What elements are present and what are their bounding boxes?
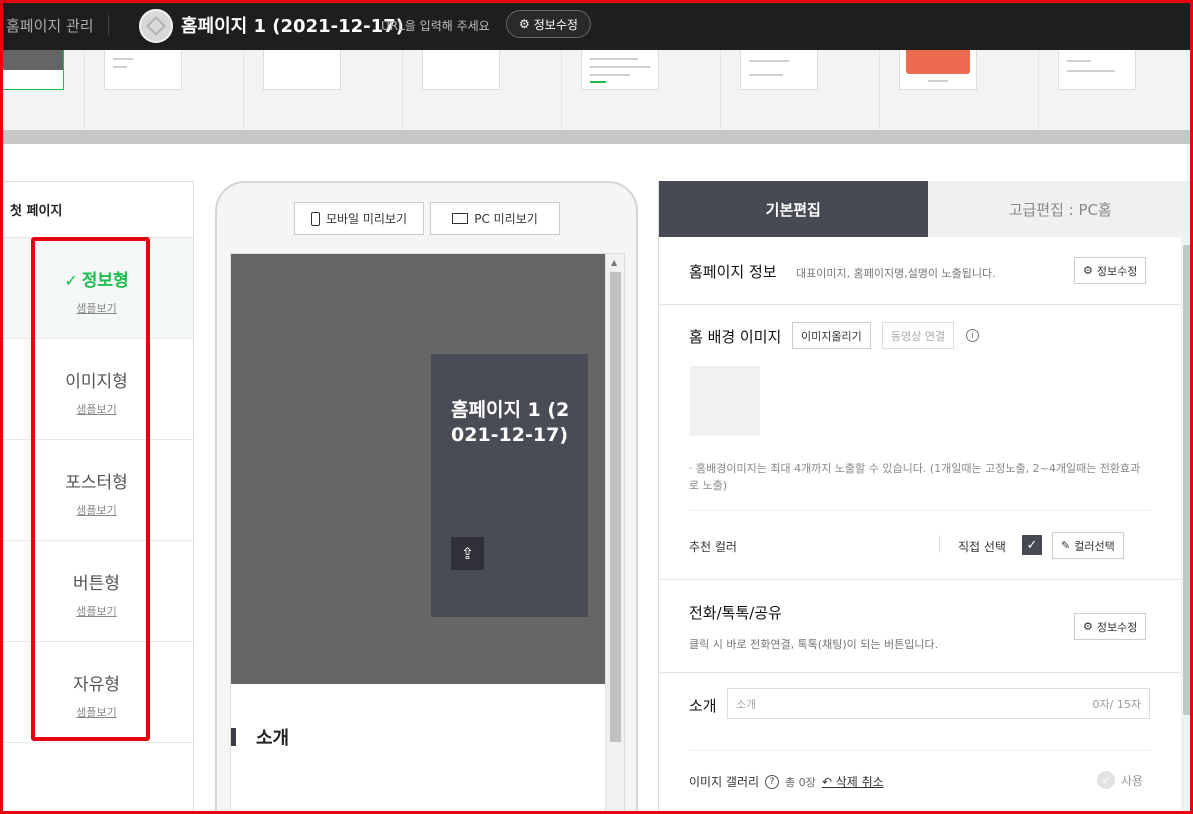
cube-icon <box>146 16 166 36</box>
url-hint[interactable]: URL을 입력해 주세요 <box>381 17 490 34</box>
direct-select-checkbox[interactable]: ✓ <box>1022 535 1042 555</box>
homepage-info-edit-button[interactable]: ⚙ 정보수정 <box>1074 257 1147 284</box>
layout-thumbnail[interactable] <box>0 50 64 90</box>
type-option-free[interactable]: 자유형 샘플보기 <box>0 642 193 743</box>
layout-thumbnail[interactable] <box>740 50 818 90</box>
editor-panel: 기본편집 고급편집 : PC홈 홈페이지 정보 대표이미지, 홈페이지명,설명이… <box>658 181 1193 814</box>
type-option-label: 버튼형 <box>73 574 120 594</box>
top-bar: 홈페이지 관리 홈페이지 1 (2021-12-17) URL을 입력해 주세요… <box>0 0 1193 50</box>
share-icon[interactable]: ⇪ <box>451 537 484 570</box>
layout-thumbnail[interactable] <box>899 50 977 90</box>
phone-preview: 모바일 미리보기 PC 미리보기 홈페이지 1 (2021-12-17) ⇪ 소… <box>215 181 638 814</box>
type-option-button[interactable]: 버튼형 샘플보기 <box>0 541 193 642</box>
sample-view-link[interactable]: 샘플보기 <box>76 704 116 720</box>
gallery-count: 총 0장 <box>785 775 816 789</box>
type-option-poster[interactable]: 포스터형 샘플보기 <box>0 440 193 541</box>
sample-view-link[interactable]: 샘플보기 <box>76 401 116 417</box>
scrollbar-thumb[interactable] <box>1183 245 1191 715</box>
monitor-icon <box>452 213 469 224</box>
pc-preview-button[interactable]: PC 미리보기 <box>430 202 560 235</box>
gear-icon: ⚙ <box>1083 620 1093 633</box>
editor-tabs: 기본편집 고급편집 : PC홈 <box>659 181 1193 237</box>
image-upload-button[interactable]: 이미지올리기 <box>792 322 871 349</box>
sample-view-link[interactable]: 샘플보기 <box>76 502 116 518</box>
bg-image-section: 홈 배경 이미지 이미지올리기 동영상 연결 i · 홈배경이미지는 최대 4개… <box>659 305 1181 580</box>
hero-card-title: 홈페이지 1 (2021-12-17) <box>451 399 570 446</box>
type-option-label: ✓ 정보형 <box>64 271 129 291</box>
contact-title: 전화/톡톡/공유 <box>689 604 782 622</box>
scroll-up-icon[interactable]: ▲ <box>611 258 617 267</box>
mobile-preview-button[interactable]: 모바일 미리보기 <box>294 202 424 235</box>
button-label: 컬러선택 <box>1074 539 1115 553</box>
type-option-image[interactable]: 이미지형 샘플보기 <box>0 339 193 440</box>
intro-input[interactable]: 소개 0자/ 15자 <box>727 688 1150 719</box>
bg-image-note: · 홈배경이미지는 최대 4개까지 노출할 수 있습니다. (1개일때는 고정노… <box>689 462 1141 492</box>
layout-thumbnail[interactable] <box>581 50 659 90</box>
scrollbar-track[interactable] <box>0 130 1193 144</box>
recommend-color-label: 추천 컬러 <box>689 540 737 554</box>
tab-basic-edit[interactable]: 기본편집 <box>659 181 928 237</box>
gallery-label: 이미지 갤러리 <box>689 775 760 789</box>
intro-placeholder: 소개 <box>736 697 757 711</box>
layout-thumbnail[interactable] <box>422 50 500 90</box>
homepage-info-section: 홈페이지 정보 대표이미지, 홈페이지명,설명이 노출됩니다. ⚙ 정보수정 <box>659 237 1181 305</box>
undo-icon: ↶ <box>821 775 832 789</box>
tab-advanced-edit[interactable]: 고급편집 : PC홈 <box>927 181 1193 237</box>
sample-view-link[interactable]: 샘플보기 <box>76 603 116 619</box>
homepage-manager-link[interactable]: 홈페이지 관리 <box>6 15 94 36</box>
help-icon[interactable]: ? <box>765 774 780 789</box>
undo-delete-link[interactable]: ↶ 삭제 취소 <box>822 773 884 790</box>
bg-image-placeholder[interactable] <box>690 366 760 436</box>
gear-icon: ⚙ <box>1083 264 1093 277</box>
image-gallery-row: 이미지 갤러리 ? 총 0장 ↶ 삭제 취소 <box>689 773 884 790</box>
button-label: 정보수정 <box>1096 620 1138 634</box>
color-picker-button[interactable]: ✎ 컬러선택 <box>1052 532 1124 559</box>
info-icon[interactable]: i <box>966 329 979 342</box>
homepage-info-desc: 대표이미지, 홈페이지명,설명이 노출됩니다. <box>796 267 996 280</box>
panel-heading: 첫 페이지 <box>0 182 193 238</box>
layout-thumbnail[interactable] <box>104 50 182 90</box>
site-title: 홈페이지 1 (2021-12-17) <box>181 16 404 37</box>
preview-screen: 홈페이지 1 (2021-12-17) ⇪ 소개 ▲ <box>230 253 625 814</box>
contact-desc: 클릭 시 바로 전화연결, 톡톡(채팅)이 되는 버튼입니다. <box>689 638 939 651</box>
preview-scrollbar[interactable]: ▲ <box>605 254 624 814</box>
use-label: 사용 <box>1121 773 1144 788</box>
scrollbar-thumb[interactable] <box>610 272 621 742</box>
type-option-label: 포스터형 <box>65 473 128 493</box>
video-link-button[interactable]: 동영상 연결 <box>882 322 955 349</box>
homepage-info-title: 홈페이지 정보 <box>689 263 777 281</box>
gallery-use-toggle[interactable]: ✓ 사용 <box>1097 771 1143 789</box>
heading-marker <box>231 728 236 746</box>
type-option-label: 자유형 <box>73 675 120 695</box>
direct-select-label: 직접 선택 <box>958 540 1006 554</box>
bg-image-title: 홈 배경 이미지 <box>689 328 782 346</box>
top-info-edit-button[interactable]: ⚙ 정보수정 <box>506 10 591 38</box>
layout-thumbnail-strip <box>0 50 1193 130</box>
intro-heading-text: 소개 <box>256 728 290 749</box>
eyedropper-icon: ✎ <box>1061 539 1071 552</box>
button-label: 정보수정 <box>1096 264 1138 278</box>
mobile-preview-label: 모바일 미리보기 <box>325 212 408 226</box>
layout-thumbnail[interactable] <box>263 50 341 90</box>
contact-section: 전화/톡톡/공유 클릭 시 바로 전화연결, 톡톡(채팅)이 되는 버튼입니다.… <box>659 580 1181 673</box>
type-option-label: 이미지형 <box>65 372 128 392</box>
type-option-info[interactable]: ✓ 정보형 샘플보기 <box>0 238 193 339</box>
hero-card: 홈페이지 1 (2021-12-17) ⇪ <box>431 354 588 617</box>
check-circle-icon: ✓ <box>1097 771 1115 789</box>
mobile-icon <box>310 211 320 226</box>
layout-thumbnail[interactable] <box>1058 50 1136 90</box>
site-logo[interactable] <box>139 9 173 43</box>
first-page-type-panel: 첫 페이지 ✓ 정보형 샘플보기 이미지형 샘플보기 포스터형 샘플보기 버튼형 … <box>0 181 194 814</box>
intro-section-heading: 소개 <box>231 724 289 750</box>
sample-view-link[interactable]: 샘플보기 <box>76 300 116 316</box>
intro-char-counter: 0자/ 15자 <box>1092 697 1141 711</box>
intro-label: 소개 <box>689 697 717 715</box>
check-icon: ✓ <box>64 271 78 290</box>
divider <box>108 15 109 35</box>
pc-preview-label: PC 미리보기 <box>474 212 538 226</box>
contact-edit-button[interactable]: ⚙ 정보수정 <box>1074 613 1147 640</box>
editor-scrollbar[interactable] <box>1181 237 1193 814</box>
info-edit-label: 정보수정 <box>533 17 578 32</box>
gear-icon: ⚙ <box>519 17 530 31</box>
